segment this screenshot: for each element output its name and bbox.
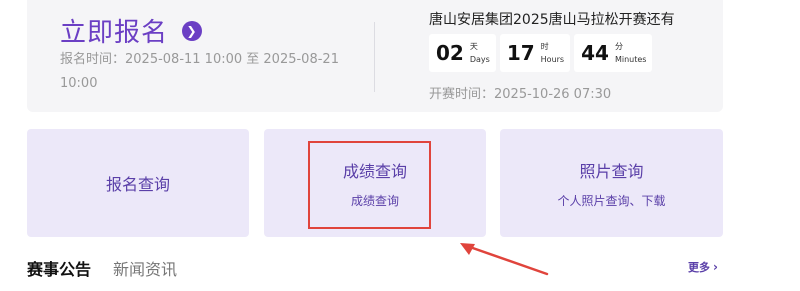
registration-panel: 立即报名 ❯ 报名时间：2025-08-11 10:00 至 2025-08-2… [27, 0, 723, 112]
photo-query-title: 照片查询 [579, 161, 644, 181]
arrow-right-icon[interactable]: ❯ [182, 20, 203, 41]
minutes-unit-en: Minutes [614, 55, 647, 64]
minutes-unit-cn: 分 [614, 42, 623, 51]
hours-unit-cn: 时 [540, 42, 549, 51]
days-value: 02 [436, 41, 464, 65]
registration-query-card[interactable]: 报名查询 [27, 129, 249, 237]
hours-value: 17 [506, 41, 535, 65]
news-tabs: 赛事公告 新闻资讯 [27, 256, 177, 280]
more-link[interactable]: 更多 › [688, 259, 718, 275]
countdown-title: 唐山安居集团2025唐山马拉松开赛还有 [429, 12, 675, 28]
countdown-minutes: 44 分 Minutes [574, 34, 653, 72]
tab-event-announcements[interactable]: 赛事公告 [27, 256, 91, 280]
registration-query-title: 报名查询 [105, 175, 170, 194]
days-unit-en: Days [469, 55, 490, 64]
minutes-value: 44 [581, 41, 609, 65]
highlight-box [308, 141, 431, 229]
match-start-time: 开赛时间：2025-10-26 07:30 [429, 87, 612, 102]
countdown-timer: 02 天 Days 17 时 Hours 44 分 Minutes [429, 34, 656, 72]
annotation-arrow-icon [460, 243, 549, 276]
hours-unit-en: Hours [540, 55, 565, 64]
countdown-days: 02 天 Days [429, 34, 496, 72]
register-now-button[interactable]: 立即报名 ❯ [60, 12, 203, 49]
tab-news[interactable]: 新闻资讯 [113, 256, 177, 280]
register-now-label: 立即报名 [60, 18, 169, 48]
divider [374, 22, 375, 92]
photo-query-subtitle: 个人照片查询、下载 [557, 193, 666, 208]
more-label: 更多 [688, 261, 710, 274]
registration-time: 报名时间：2025-08-11 10:00 至 2025-08-21 10:00 [60, 52, 339, 91]
chevron-right-icon: › [713, 260, 718, 274]
photo-query-card[interactable]: 照片查询 个人照片查询、下载 [500, 129, 723, 237]
countdown-hours: 17 时 Hours [499, 34, 571, 72]
days-unit-cn: 天 [469, 42, 478, 51]
